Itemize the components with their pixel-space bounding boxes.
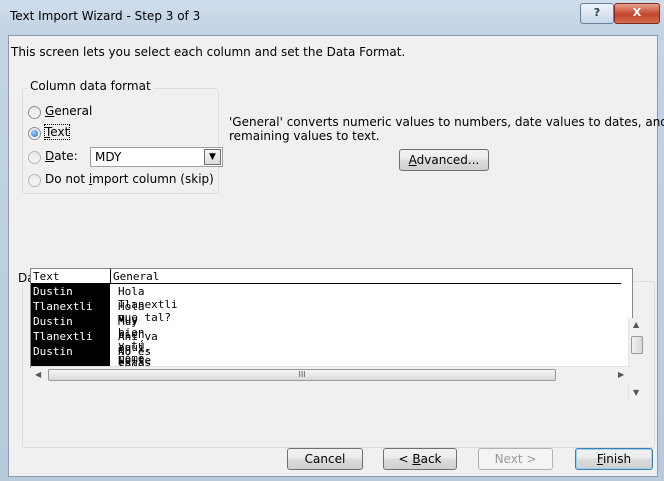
radio-general-label[interactable]: General xyxy=(45,104,92,118)
preview-vertical-scrollbar[interactable]: ▲ ▼ xyxy=(628,318,646,400)
scroll-right-icon[interactable]: ▶ xyxy=(618,370,624,379)
radio-date[interactable] xyxy=(28,151,41,164)
preview-cell: Dustin xyxy=(33,285,73,298)
radio-text[interactable] xyxy=(28,127,41,140)
cancel-button[interactable]: Cancel xyxy=(287,448,363,470)
column-separator xyxy=(110,269,111,283)
preview-cell: Tlanextli xyxy=(33,330,93,343)
preview-cell: Dustin xyxy=(33,345,73,358)
radio-general[interactable] xyxy=(28,106,41,119)
intro-text: This screen lets you select each column … xyxy=(11,45,406,59)
format-description-line1: 'General' converts numeric values to num… xyxy=(229,115,664,129)
scroll-left-icon[interactable]: ◀ xyxy=(35,370,41,379)
help-button[interactable]: ? xyxy=(580,3,614,24)
horizontal-scroll-thumb[interactable]: III xyxy=(48,369,556,381)
data-preview-grid[interactable]: Text General Dustin Hola Tlanextli que t… xyxy=(30,268,633,368)
radio-skip-label[interactable]: Do not import column (skip) xyxy=(45,172,214,186)
back-button[interactable]: < Back xyxy=(383,448,457,470)
column-format-legend: Column data format xyxy=(27,79,154,93)
date-format-value: MDY xyxy=(95,150,122,164)
preview-header-row: Text General xyxy=(31,269,621,284)
window-title: Text Import Wizard - Step 3 of 3 xyxy=(10,9,201,23)
preview-horizontal-scrollbar[interactable]: ◀ III ▶ xyxy=(31,366,631,384)
preview-header-text[interactable]: Text xyxy=(33,270,60,283)
dialog-body: This screen lets you select each column … xyxy=(8,35,664,477)
radio-skip[interactable] xyxy=(28,174,41,187)
preview-cell: Dustin xyxy=(33,315,73,328)
vertical-scroll-thumb[interactable] xyxy=(631,336,643,354)
title-bar[interactable]: Text Import Wizard - Step 3 of 3 ? X xyxy=(0,0,664,34)
close-button[interactable]: X xyxy=(614,3,660,24)
preview-cell: No es todo y atrás de mi casa. xyxy=(118,345,152,368)
finish-button[interactable]: Finish xyxy=(575,448,653,470)
radio-date-label[interactable]: Date: xyxy=(45,149,78,163)
advanced-button[interactable]: Advanced... xyxy=(399,149,489,171)
preview-header-general[interactable]: General xyxy=(113,270,159,283)
chevron-down-icon[interactable]: ▼ xyxy=(204,149,221,165)
scroll-down-icon[interactable]: ▼ xyxy=(633,388,639,397)
next-button[interactable]: Next > xyxy=(478,448,553,470)
date-format-select[interactable]: MDY ▼ xyxy=(90,147,223,167)
dialog-window: Text Import Wizard - Step 3 of 3 ? X Thi… xyxy=(0,0,664,481)
format-description-line2: remaining values to text. xyxy=(229,129,380,143)
radio-text-label[interactable]: Text xyxy=(43,124,71,140)
preview-cell: Tlanextli xyxy=(33,300,93,313)
scroll-up-icon[interactable]: ▲ xyxy=(633,320,639,329)
